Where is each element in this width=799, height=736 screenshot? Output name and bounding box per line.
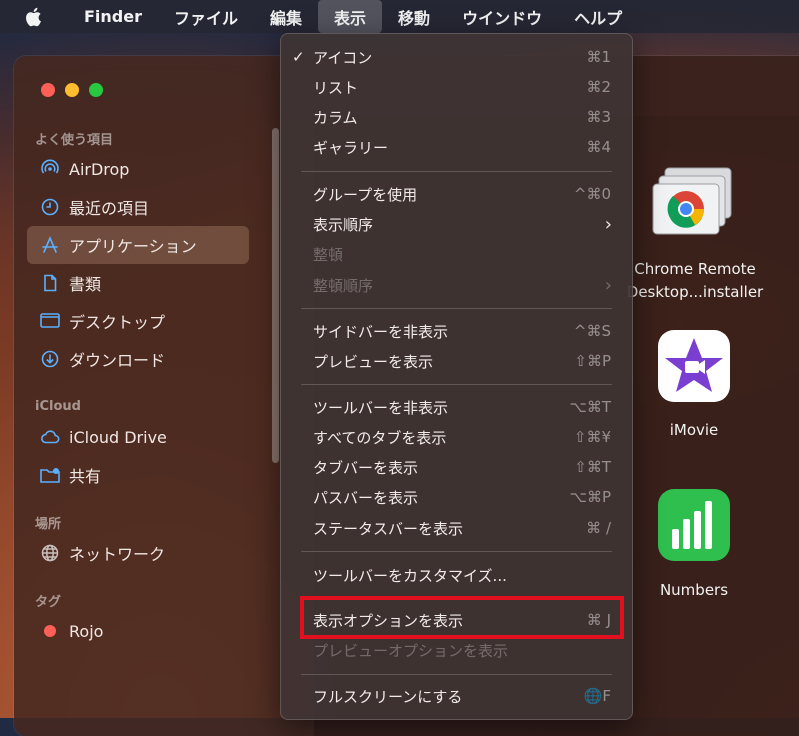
sidebar-item-documents[interactable]: 書類: [27, 264, 249, 302]
app-label: iMovie: [669, 421, 719, 439]
sidebar-item-label: 共有: [69, 467, 102, 486]
shared-folder-icon: [37, 465, 63, 485]
close-button[interactable]: [41, 83, 55, 97]
sidebar-item-label: ネットワーク: [69, 545, 166, 564]
menu-item-clean-up: 整頓: [313, 245, 344, 264]
sidebar-item-icloud-drive[interactable]: iCloud Drive: [27, 418, 249, 456]
clock-icon: [37, 197, 63, 217]
apple-menu[interactable]: [0, 0, 62, 33]
applications-icon: [37, 235, 63, 255]
menu-separator: [301, 308, 612, 309]
places-section-title: 場所: [35, 516, 62, 532]
checkmark-icon: ✓: [292, 48, 305, 66]
sidebar-item-label: Rojo: [69, 621, 104, 641]
menu-separator: [301, 674, 612, 675]
sidebar-item-label: AirDrop: [69, 159, 130, 179]
menu-item-hide-sidebar[interactable]: サイドバーを非表示 ^⌘S: [281, 316, 632, 346]
sidebar-item-label: アプリケーション: [69, 237, 197, 256]
menu-separator: [301, 171, 612, 172]
menu-finder[interactable]: Finder: [62, 0, 158, 33]
menu-item-customize-toolbar[interactable]: ツールバーをカスタマイズ...: [281, 560, 632, 590]
sidebar-item-label: 書類: [69, 275, 102, 294]
sidebar-item-tag-rojo[interactable]: Rojo: [27, 612, 249, 650]
menu-bar: Finder ファイル 編集 表示 移動 ウインドウ ヘルプ: [0, 0, 799, 33]
menu-view[interactable]: 表示: [318, 0, 383, 33]
menu-item-show-preview[interactable]: プレビューを表示 ⇧⌘P: [281, 346, 632, 376]
app-label: Numbers: [659, 581, 729, 599]
sidebar-item-label: デスクトップ: [69, 313, 166, 332]
sidebar-item-label: 最近の項目: [69, 199, 150, 218]
menu-item-hide-toolbar[interactable]: ツールバーを非表示 ⌥⌘T: [281, 392, 632, 422]
menu-item-sort-by[interactable]: 表示順序 ›: [281, 209, 632, 239]
sidebar-item-recents[interactable]: 最近の項目: [27, 188, 249, 226]
imovie-icon[interactable]: [658, 330, 730, 406]
menu-file[interactable]: ファイル: [158, 0, 254, 33]
menu-item-show-preview-options: プレビューオプションを表示: [313, 641, 509, 660]
red-tag-icon: [37, 625, 63, 637]
sidebar: よく使う項目 AirDrop 最近の項目 アプリケーション 書類 デスクトップ …: [14, 126, 274, 650]
zoom-button[interactable]: [89, 83, 103, 97]
menu-item-icons[interactable]: ✓ アイコン ⌘1: [281, 42, 632, 72]
window-controls: [41, 83, 103, 97]
menu-separator: [301, 551, 612, 552]
menu-window[interactable]: ウインドウ: [446, 0, 558, 33]
sidebar-item-airdrop[interactable]: AirDrop: [27, 150, 249, 188]
menu-item-show-path-bar[interactable]: パスバーを表示 ⌥⌘P: [281, 482, 632, 512]
menu-item-columns[interactable]: カラム ⌘3: [281, 102, 632, 132]
favorites-section-title: よく使う項目: [35, 132, 114, 148]
sidebar-item-label: iCloud Drive: [69, 427, 167, 447]
menu-item-use-groups[interactable]: グループを使用 ^⌘0: [281, 179, 632, 209]
menu-item-list[interactable]: リスト ⌘2: [281, 72, 632, 102]
apple-icon: [26, 7, 41, 26]
chevron-right-icon: ›: [604, 213, 612, 235]
document-icon: [37, 273, 63, 293]
chevron-right-icon: ›: [604, 274, 612, 296]
menu-item-clean-up-by: 整頓順序 ›: [313, 274, 612, 296]
sidebar-item-network[interactable]: ネットワーク: [27, 534, 249, 572]
sidebar-item-downloads[interactable]: ダウンロード: [27, 340, 249, 378]
icloud-section-title: iCloud: [35, 398, 81, 414]
numbers-icon[interactable]: [658, 489, 730, 565]
sidebar-item-label: ダウンロード: [69, 351, 166, 370]
menu-item-show-tab-bar[interactable]: タブバーを表示 ⇧⌘T: [281, 452, 632, 482]
airdrop-icon: [37, 159, 63, 179]
menu-item-gallery[interactable]: ギャラリー ⌘4: [281, 132, 632, 162]
network-icon: [37, 543, 63, 563]
menu-help[interactable]: ヘルプ: [558, 0, 638, 33]
sidebar-item-desktop[interactable]: デスクトップ: [27, 302, 249, 340]
menu-edit[interactable]: 編集: [254, 0, 318, 33]
download-icon: [37, 349, 63, 369]
menu-item-show-status-bar[interactable]: ステータスバーを表示 ⌘ /: [281, 513, 632, 543]
minimize-button[interactable]: [65, 83, 79, 97]
menu-item-show-all-tabs[interactable]: すべてのタブを表示 ⇧⌘¥: [281, 422, 632, 452]
sidebar-item-applications[interactable]: アプリケーション: [27, 226, 249, 264]
chrome-remote-desktop-installer-icon[interactable]: [651, 166, 737, 246]
menu-separator: [301, 384, 612, 385]
sidebar-scrollbar[interactable]: [272, 128, 279, 463]
menu-item-enter-full-screen[interactable]: フルスクリーンにする 🌐F: [281, 681, 632, 711]
menu-go[interactable]: 移動: [382, 0, 446, 33]
app-label: Chrome Remote: [634, 260, 756, 278]
cloud-icon: [37, 427, 63, 447]
desktop-icon: [37, 311, 63, 331]
highlight-annotation-box: [300, 596, 624, 639]
app-label: Desktop...installer: [626, 283, 764, 301]
tags-section-title: タグ: [35, 594, 62, 610]
sidebar-item-shared[interactable]: 共有: [27, 456, 249, 494]
